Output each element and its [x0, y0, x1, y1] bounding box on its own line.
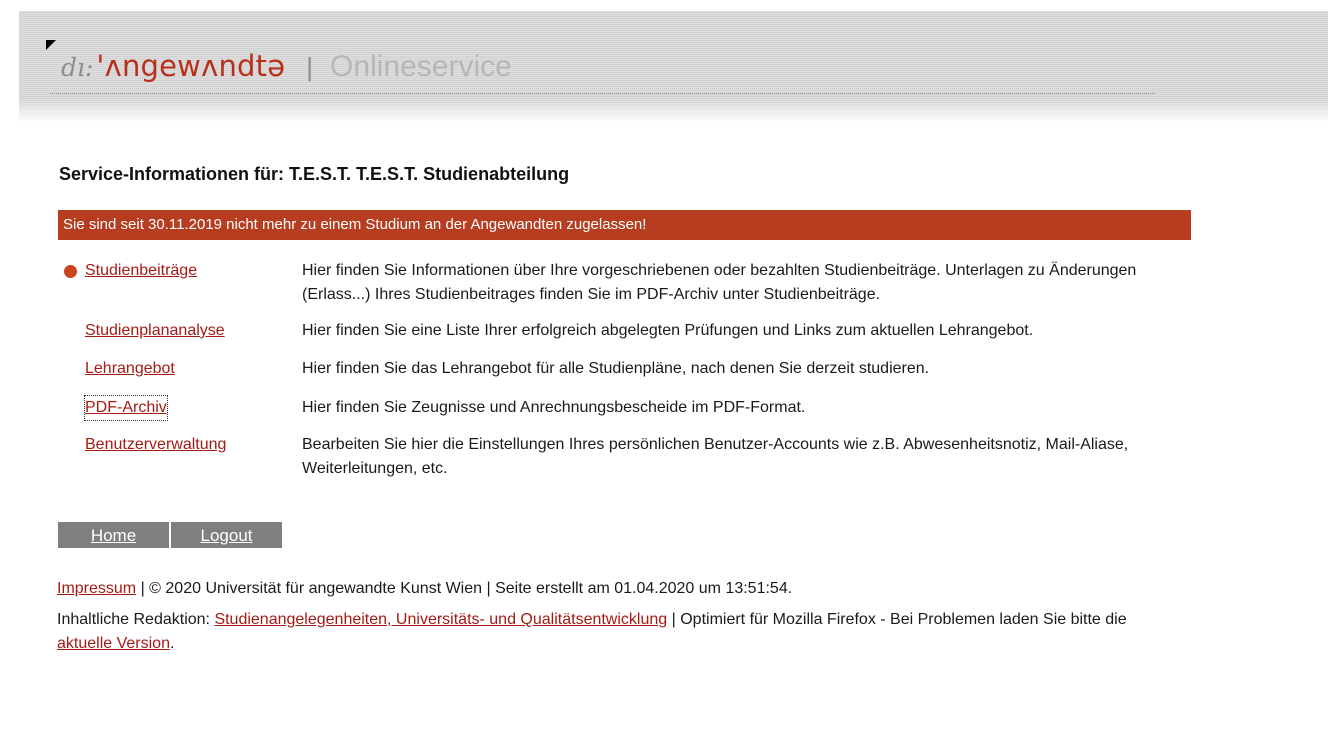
pdf-archiv-description: Hier finden Sie Zeugnisse und Anrechnung… — [302, 399, 806, 416]
benutzerverwaltung-description: Bearbeiten Sie hier die Einstellungen Ih… — [302, 436, 1129, 477]
page-title: Service-Informationen für: T.E.S.T. T.E.… — [59, 164, 570, 184]
studienbeitraege-description: Hier finden Sie Informationen über Ihre … — [302, 262, 1137, 303]
service-name: Onlineservice — [330, 50, 512, 83]
lehrangebot-link[interactable]: Lehrangebot — [85, 357, 175, 381]
firefox-note: | Optimiert für Mozilla Firefox - Bei Pr… — [667, 611, 1127, 628]
active-bullet-icon — [64, 265, 77, 278]
logout-button[interactable]: Logout — [171, 522, 282, 548]
footer-line-1: Impressum | © 2020 Universität für angew… — [57, 577, 792, 601]
home-button[interactable]: Home — [58, 522, 169, 548]
studienbeitraege-link[interactable]: Studienbeiträge — [85, 259, 197, 283]
header-banner: dı: 'ʌngewʌndtə | Onlineservice — [19, 11, 1328, 121]
editor-link[interactable]: Studienangelegenheiten, Universitäts- un… — [214, 611, 667, 628]
logo-name: 'ʌngewʌndtə — [96, 49, 286, 83]
logo: dı: 'ʌngewʌndtə | Onlineservice — [61, 49, 512, 89]
footer-line-2: Inhaltliche Redaktion: Studienangelegenh… — [57, 608, 1307, 656]
benutzerverwaltung-link[interactable]: Benutzerverwaltung — [85, 433, 226, 457]
logo-prefix: dı: — [61, 53, 94, 82]
copyright-text: | © 2020 Universität für angewandte Kuns… — [136, 580, 793, 597]
studienplananalyse-description: Hier finden Sie eine Liste Ihrer erfolgr… — [302, 322, 1034, 339]
logo-separator: | — [306, 52, 314, 82]
nav-bar: Home Logout — [58, 522, 284, 548]
alert-banner: Sie sind seit 30.11.2019 nicht mehr zu e… — [58, 210, 1191, 240]
footer-period: . — [169, 635, 175, 652]
header-divider — [50, 93, 1155, 94]
version-link[interactable]: aktuelle Version — [57, 635, 170, 652]
header-fade — [19, 99, 1328, 121]
impressum-link[interactable]: Impressum — [57, 580, 136, 597]
studienplananalyse-link[interactable]: Studienplananalyse — [85, 319, 225, 343]
lehrangebot-description: Hier finden Sie das Lehrangebot für alle… — [302, 360, 930, 377]
editor-prefix: Inhaltliche Redaktion: — [57, 611, 215, 628]
pdf-archiv-link[interactable]: PDF-Archiv — [84, 395, 168, 421]
corner-mark-icon — [46, 40, 56, 50]
